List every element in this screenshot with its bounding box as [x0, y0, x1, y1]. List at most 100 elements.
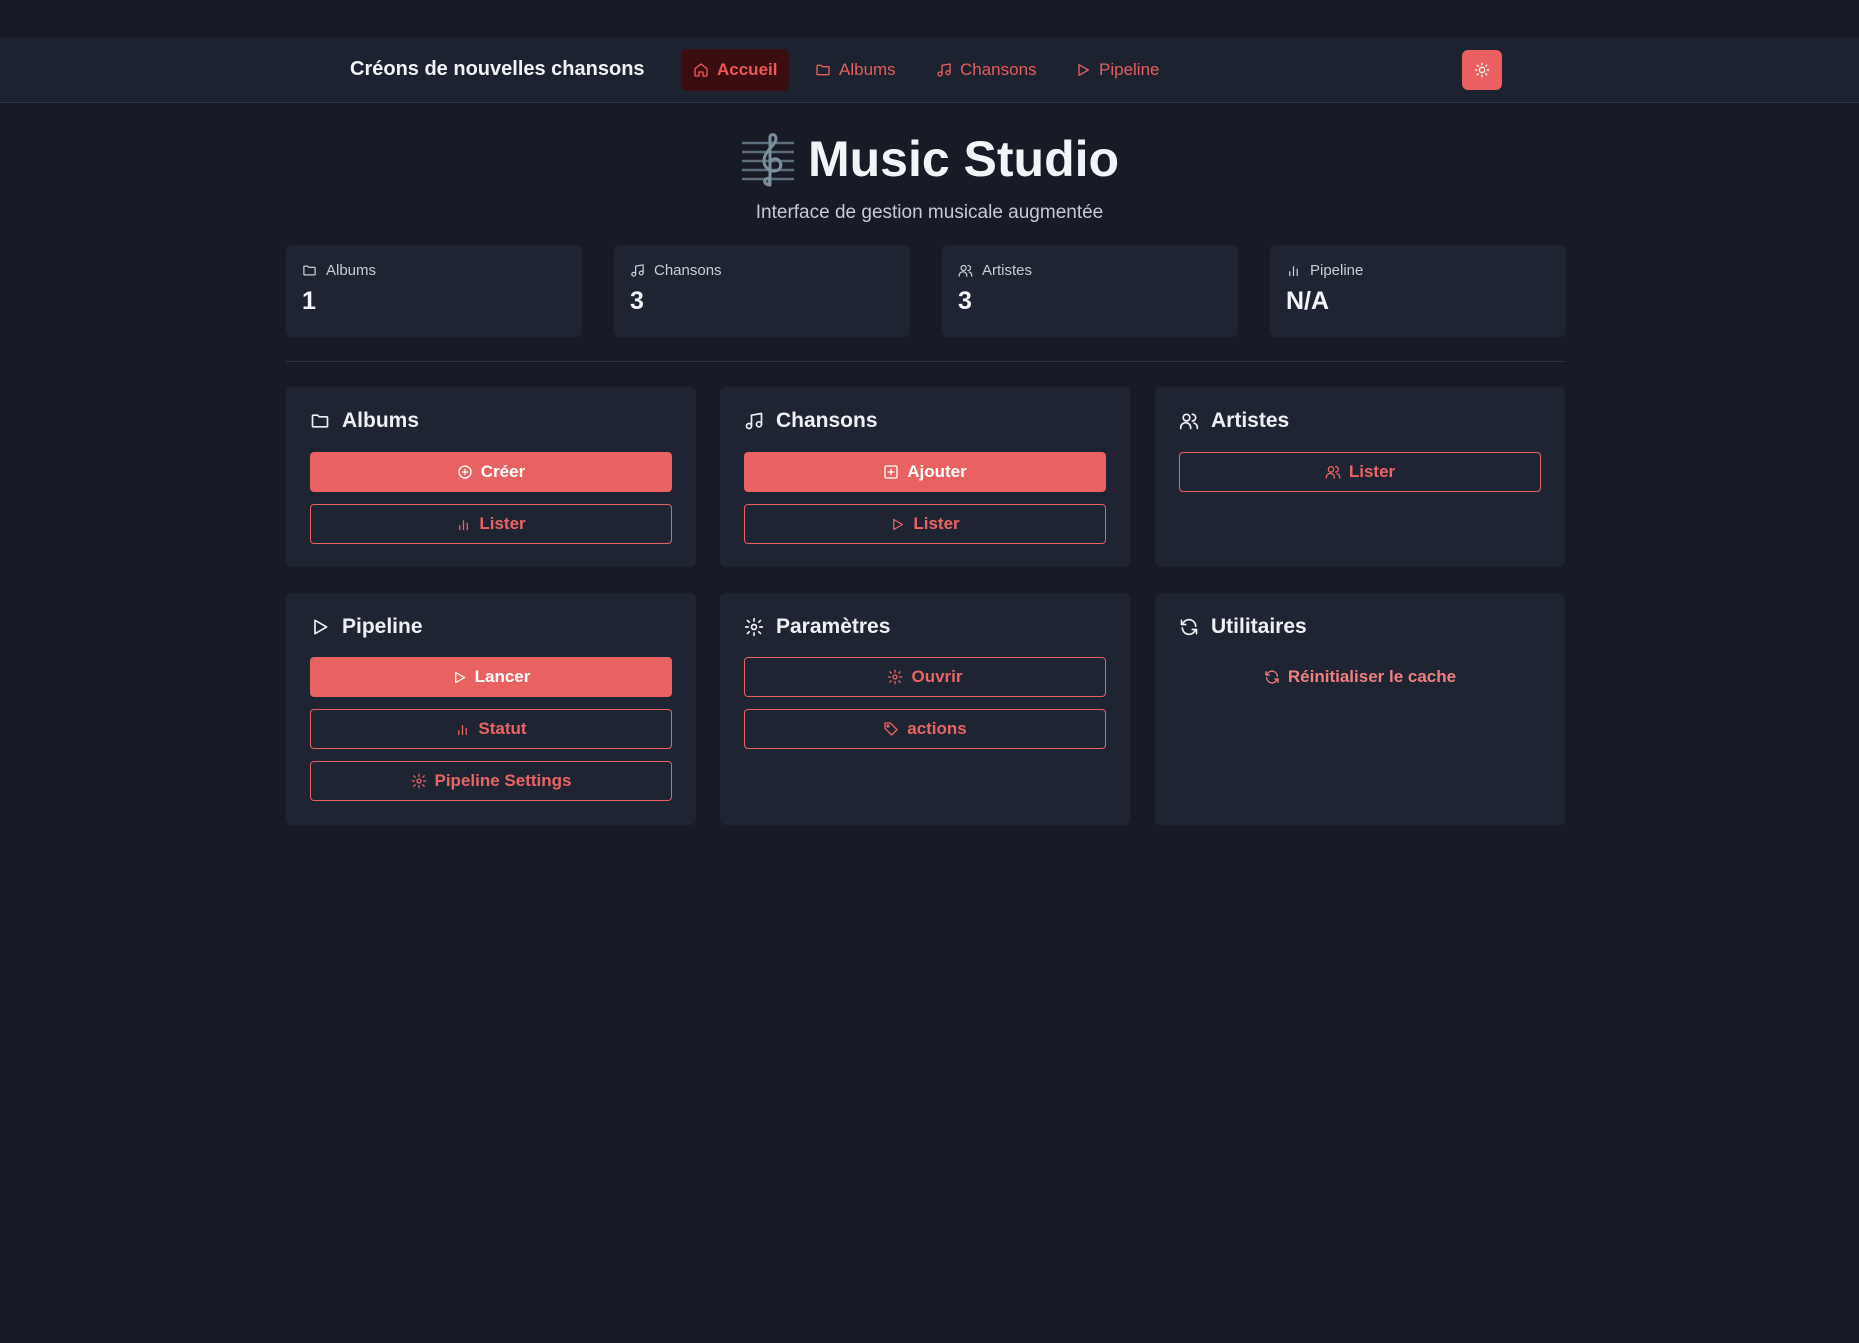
stat-value: 3 [630, 287, 644, 315]
card-chansons: Chansons Ajouter Lister [720, 387, 1130, 567]
plus-square-icon [883, 464, 899, 480]
button-label: Pipeline Settings [434, 771, 572, 790]
card-title-text: Albums [342, 409, 420, 432]
add-song-button[interactable]: Ajouter [744, 452, 1106, 492]
button-label: Statut [478, 719, 527, 738]
reset-cache-button[interactable]: Réinitialiser le cache [1179, 657, 1541, 697]
stat-label: Artistes [958, 262, 1032, 279]
navbar: Créons de nouvelles chansons Accueil Alb… [0, 38, 1859, 103]
button-label: Créer [480, 462, 526, 481]
card-title: Pipeline [310, 615, 423, 639]
open-settings-button[interactable]: Ouvrir [744, 657, 1106, 697]
folder-icon [302, 263, 317, 278]
stat-card-artistes: Artistes 3 [942, 245, 1238, 337]
gear-icon [744, 617, 764, 637]
launch-pipeline-button[interactable]: Lancer [310, 657, 672, 697]
pipeline-status-button[interactable]: Statut [310, 709, 672, 749]
page-title-text: Music Studio [807, 131, 1120, 187]
nav-item-accueil[interactable]: Accueil [681, 49, 790, 91]
card-artistes: Artistes Lister [1155, 387, 1565, 567]
actions-button[interactable]: actions [744, 709, 1106, 749]
top-strip [0, 0, 1859, 38]
card-title: Albums [310, 409, 419, 433]
card-title-text: Pipeline [342, 615, 423, 638]
hero: Music Studio Interface de gestion musica… [0, 130, 1859, 224]
brand-title: Créons de nouvelles chansons [350, 58, 645, 80]
bar-chart-icon [456, 517, 471, 532]
button-label: Ouvrir [911, 667, 963, 686]
users-icon [958, 263, 973, 278]
button-label: Réinitialiser le cache [1287, 667, 1457, 686]
treble-clef-icon [740, 131, 796, 187]
nav-item-albums[interactable]: Albums [803, 49, 908, 91]
music-note-icon [744, 411, 764, 431]
plus-circle-icon [457, 464, 473, 480]
card-title-text: Artistes [1211, 409, 1290, 432]
nav-item-label: Pipeline [1099, 60, 1160, 79]
gear-icon [887, 669, 903, 685]
pipeline-settings-button[interactable]: Pipeline Settings [310, 761, 672, 801]
users-icon [1179, 411, 1199, 431]
button-label: Ajouter [907, 462, 967, 481]
stat-value: 3 [958, 287, 972, 315]
stat-card-albums: Albums 1 [286, 245, 582, 337]
page-subtitle: Interface de gestion musicale augmentée [755, 202, 1104, 223]
play-icon [890, 517, 905, 532]
gear-icon [411, 773, 427, 789]
folder-icon [815, 62, 831, 78]
card-title: Chansons [744, 409, 878, 433]
play-icon [1075, 62, 1091, 78]
stat-label-text: Artistes [982, 262, 1033, 279]
stat-label-text: Albums [326, 262, 377, 279]
card-title: Artistes [1179, 409, 1289, 433]
nav-item-label: Accueil [717, 60, 778, 79]
tag-icon [883, 721, 899, 737]
play-icon [452, 670, 467, 685]
bar-chart-icon [455, 722, 470, 737]
theme-toggle-button[interactable] [1462, 50, 1502, 90]
card-title-text: Paramètres [776, 615, 891, 638]
card-title: Utilitaires [1179, 615, 1307, 639]
section-divider [286, 361, 1565, 362]
refresh-icon [1179, 617, 1199, 637]
stat-card-chansons: Chansons 3 [614, 245, 910, 337]
sun-icon [1474, 62, 1490, 78]
card-pipeline: Pipeline Lancer Statut Pipeline Settings [286, 593, 696, 825]
page-title: Music Studio [740, 130, 1119, 188]
music-note-icon [630, 263, 645, 278]
stat-card-pipeline: Pipeline N/A [1270, 245, 1566, 337]
button-label: Lister [913, 514, 960, 533]
nav-item-label: Albums [839, 60, 896, 79]
button-label: actions [907, 719, 967, 738]
nav-item-chansons[interactable]: Chansons [924, 49, 1049, 91]
card-title: Paramètres [744, 615, 890, 639]
card-utilitaires: Utilitaires Réinitialiser le cache [1155, 593, 1565, 825]
nav-item-pipeline[interactable]: Pipeline [1063, 49, 1172, 91]
stat-value: N/A [1286, 287, 1330, 315]
stat-value: 1 [302, 287, 316, 315]
list-albums-button[interactable]: Lister [310, 504, 672, 544]
nav-item-label: Chansons [960, 60, 1037, 79]
button-label: Lancer [474, 667, 531, 686]
bar-chart-icon [1286, 263, 1301, 278]
card-albums: Albums Créer Lister [286, 387, 696, 567]
play-icon [310, 617, 330, 637]
list-artists-button[interactable]: Lister [1179, 452, 1541, 492]
home-icon [693, 62, 709, 78]
music-note-icon [936, 62, 952, 78]
card-parametres: Paramètres Ouvrir actions [720, 593, 1130, 825]
card-title-text: Utilitaires [1211, 615, 1307, 638]
stat-label-text: Pipeline [1310, 262, 1364, 279]
refresh-icon [1264, 669, 1280, 685]
stat-label-text: Chansons [654, 262, 722, 279]
stat-label: Albums [302, 262, 376, 279]
button-label: Lister [479, 514, 526, 533]
users-icon [1325, 464, 1341, 480]
stat-label: Chansons [630, 262, 722, 279]
list-songs-button[interactable]: Lister [744, 504, 1106, 544]
folder-icon [310, 411, 330, 431]
card-title-text: Chansons [776, 409, 878, 432]
create-album-button[interactable]: Créer [310, 452, 672, 492]
button-label: Lister [1348, 462, 1396, 481]
stat-label: Pipeline [1286, 262, 1363, 279]
